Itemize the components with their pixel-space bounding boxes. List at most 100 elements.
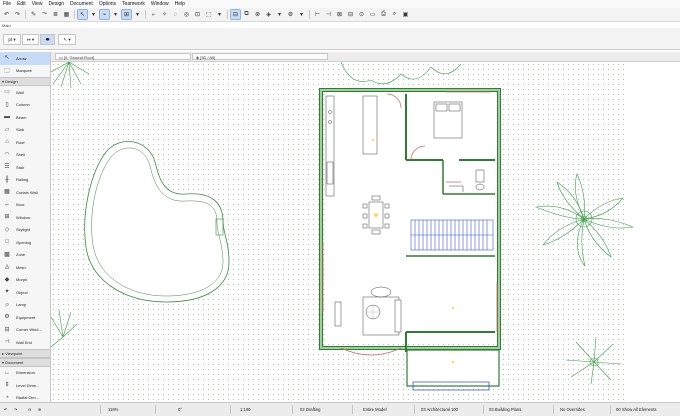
dropdown-icon[interactable]: ▾ <box>275 10 284 19</box>
zoom-out-icon[interactable]: ⊖ <box>28 405 32 414</box>
zoom-in-icon[interactable]: ⊕ <box>38 405 42 414</box>
tool-morph[interactable]: ◆ Morph <box>0 274 50 287</box>
viewpoint-section-header[interactable]: ▸ Viewpoint <box>0 348 50 358</box>
shrub[interactable] <box>565 336 622 385</box>
info-scale-selector[interactable]: pt ▾ <box>3 34 21 45</box>
tool-zone[interactable]: ▩ Zone <box>0 249 50 262</box>
tool-slab[interactable]: ▱ Slab <box>0 124 50 137</box>
publisher-icon[interactable]: ⎙ <box>379 10 388 19</box>
inject-icon[interactable]: ⤳ <box>40 10 49 19</box>
group-icon[interactable]: ⬚ <box>204 10 213 19</box>
info-method-button[interactable]: ⬬ <box>40 34 55 45</box>
tool-dimension[interactable]: ↔ Dimension <box>0 367 50 380</box>
tool-door[interactable]: ⌐ Door <box>0 199 50 212</box>
dropdown-icon[interactable]: ▾ <box>89 10 98 19</box>
tab-3d-view[interactable]: ◈ [3D / All] <box>192 53 328 60</box>
terrace[interactable] <box>406 349 500 387</box>
house-walls[interactable] <box>319 88 501 352</box>
bed[interactable] <box>433 101 463 139</box>
magic-wand-icon[interactable]: ✧ <box>160 10 169 19</box>
tool-mesh[interactable]: ◬ Mesh <box>0 261 50 274</box>
dropdown-icon[interactable]: ▾ <box>111 10 120 19</box>
graphic-override-selector[interactable]: No Overrides <box>560 405 585 414</box>
tool-opening[interactable]: □ Opening <box>0 236 50 249</box>
floor-plan-canvas[interactable] <box>51 62 680 402</box>
tool-lamp[interactable]: ☼ Lamp <box>0 299 50 312</box>
zoom-level[interactable]: 110% <box>108 405 118 414</box>
compare-icon[interactable]: ⊗ <box>253 10 262 19</box>
menu-teamwork[interactable]: Teamwork <box>119 0 148 8</box>
dropdown-icon[interactable]: ▾ <box>297 10 306 19</box>
info-selection-button[interactable]: ↖ ▾ <box>58 34 76 45</box>
tool-wall[interactable]: ▭ Wall <box>0 86 50 99</box>
scale-selector[interactable]: 1:100 <box>240 405 250 414</box>
undo-icon[interactable]: ↶ <box>2 10 11 19</box>
redo-icon[interactable]: ↷ <box>14 405 18 414</box>
rotation-angle[interactable]: 0° <box>178 405 182 414</box>
menu-window[interactable]: Window <box>148 0 172 8</box>
menu-help[interactable]: Help <box>172 0 188 8</box>
tool-railing[interactable]: ╫ Railing <box>0 174 50 187</box>
find-icon[interactable]: ⌕ <box>390 10 399 19</box>
lock-icon[interactable]: ⊡ <box>193 10 202 19</box>
dimension-selector[interactable]: 03 Building Plans <box>489 405 521 414</box>
undo-icon[interactable]: ↶ <box>4 405 8 414</box>
hide-icon[interactable]: ◌ <box>171 10 180 19</box>
pick-up-icon[interactable]: ✎ <box>29 10 38 19</box>
grid-snap-icon[interactable]: ⊟ <box>230 9 241 20</box>
tool-skylight[interactable]: ◇ Skylight <box>0 224 50 237</box>
snap-icon[interactable]: ⌁ <box>99 9 110 20</box>
tool-stair[interactable]: ☰ Stair <box>0 161 50 174</box>
tool-column[interactable]: ▯ Column <box>0 99 50 112</box>
tool-roof[interactable]: ⌂ Roof <box>0 136 50 149</box>
tool-object[interactable]: ✦ Object <box>0 286 50 299</box>
elevation-icon[interactable]: ⊣ <box>324 10 333 19</box>
worksheet-icon[interactable]: ⊟ <box>346 10 355 19</box>
design-section-header[interactable]: ▾ Design <box>0 77 50 86</box>
3d-view-icon[interactable]: ◈ <box>264 10 273 19</box>
detail-icon[interactable]: ⊙ <box>357 10 366 19</box>
tool-shell[interactable]: ◠ Shell <box>0 149 50 162</box>
grass-plant[interactable] <box>51 309 78 348</box>
layer-combination-selector[interactable]: 02 Drafting <box>300 405 320 414</box>
tool-corner-wind[interactable]: ⊟ Corner Wind... <box>0 324 50 337</box>
arrow-mode-icon[interactable]: ↖ <box>77 9 88 20</box>
tool-equipment[interactable]: ⚙ Equipment <box>0 311 50 324</box>
redo-icon[interactable]: ↷ <box>13 10 22 19</box>
tool-curtain-wall[interactable]: ▦ Curtain Wall <box>0 186 50 199</box>
tab-ground-floor[interactable]: ▭ [0. Ground Floor] <box>55 53 191 60</box>
layout-icon[interactable]: ▭ <box>368 10 377 19</box>
grass-plant[interactable] <box>51 62 90 89</box>
tool-marquee[interactable]: ⬚ Marquee <box>0 65 50 78</box>
trace-icon[interactable]: ⧉ <box>242 10 251 19</box>
menu-file[interactable]: File <box>0 0 14 8</box>
elements-icon[interactable]: ▦ <box>62 10 71 19</box>
info-geometry-button[interactable]: ↦ ▾ <box>22 34 39 45</box>
palm-tree[interactable] <box>534 173 635 267</box>
wall-join-icon[interactable]: ⌐ <box>149 10 158 19</box>
guide-icon[interactable]: ⊞ <box>121 9 132 20</box>
menu-options[interactable]: Options <box>96 0 119 8</box>
renovation-filter-selector[interactable]: 00 Show All Elements <box>616 405 657 414</box>
layers-icon[interactable]: ≣ <box>51 10 60 19</box>
settings-icon[interactable]: ⚙ <box>286 10 295 19</box>
pen-set-selector[interactable]: 03 Architectural 100 <box>421 405 458 414</box>
tool-beam[interactable]: ▬ Beam <box>0 111 50 124</box>
dropdown-icon[interactable]: ▾ <box>133 10 142 19</box>
show-icon[interactable]: ◎ <box>182 10 191 19</box>
menu-document[interactable]: Document <box>67 0 96 8</box>
interior-elevation-icon[interactable]: ⊠ <box>335 10 344 19</box>
model-view-selector[interactable]: Entire Model <box>363 405 387 414</box>
tree-canopy[interactable] <box>340 62 462 85</box>
bim-icon[interactable]: ▣ <box>401 10 410 19</box>
dropdown-icon[interactable]: ▾ <box>215 10 224 19</box>
section-icon[interactable]: ⊢ <box>313 10 322 19</box>
tool-arrow[interactable]: ↖ Arrow <box>0 52 50 65</box>
menu-edit[interactable]: Edit <box>14 0 29 8</box>
menu-view[interactable]: View <box>29 0 46 8</box>
tool-window[interactable]: ⊞ Window <box>0 211 50 224</box>
tool-wall-end[interactable]: ⊣ Wall End <box>0 336 50 349</box>
document-section-header[interactable]: ▾ Document <box>0 357 50 367</box>
menu-design[interactable]: Design <box>45 0 67 8</box>
tool-level-dime[interactable]: ⇕ Level Dime... <box>0 379 50 392</box>
